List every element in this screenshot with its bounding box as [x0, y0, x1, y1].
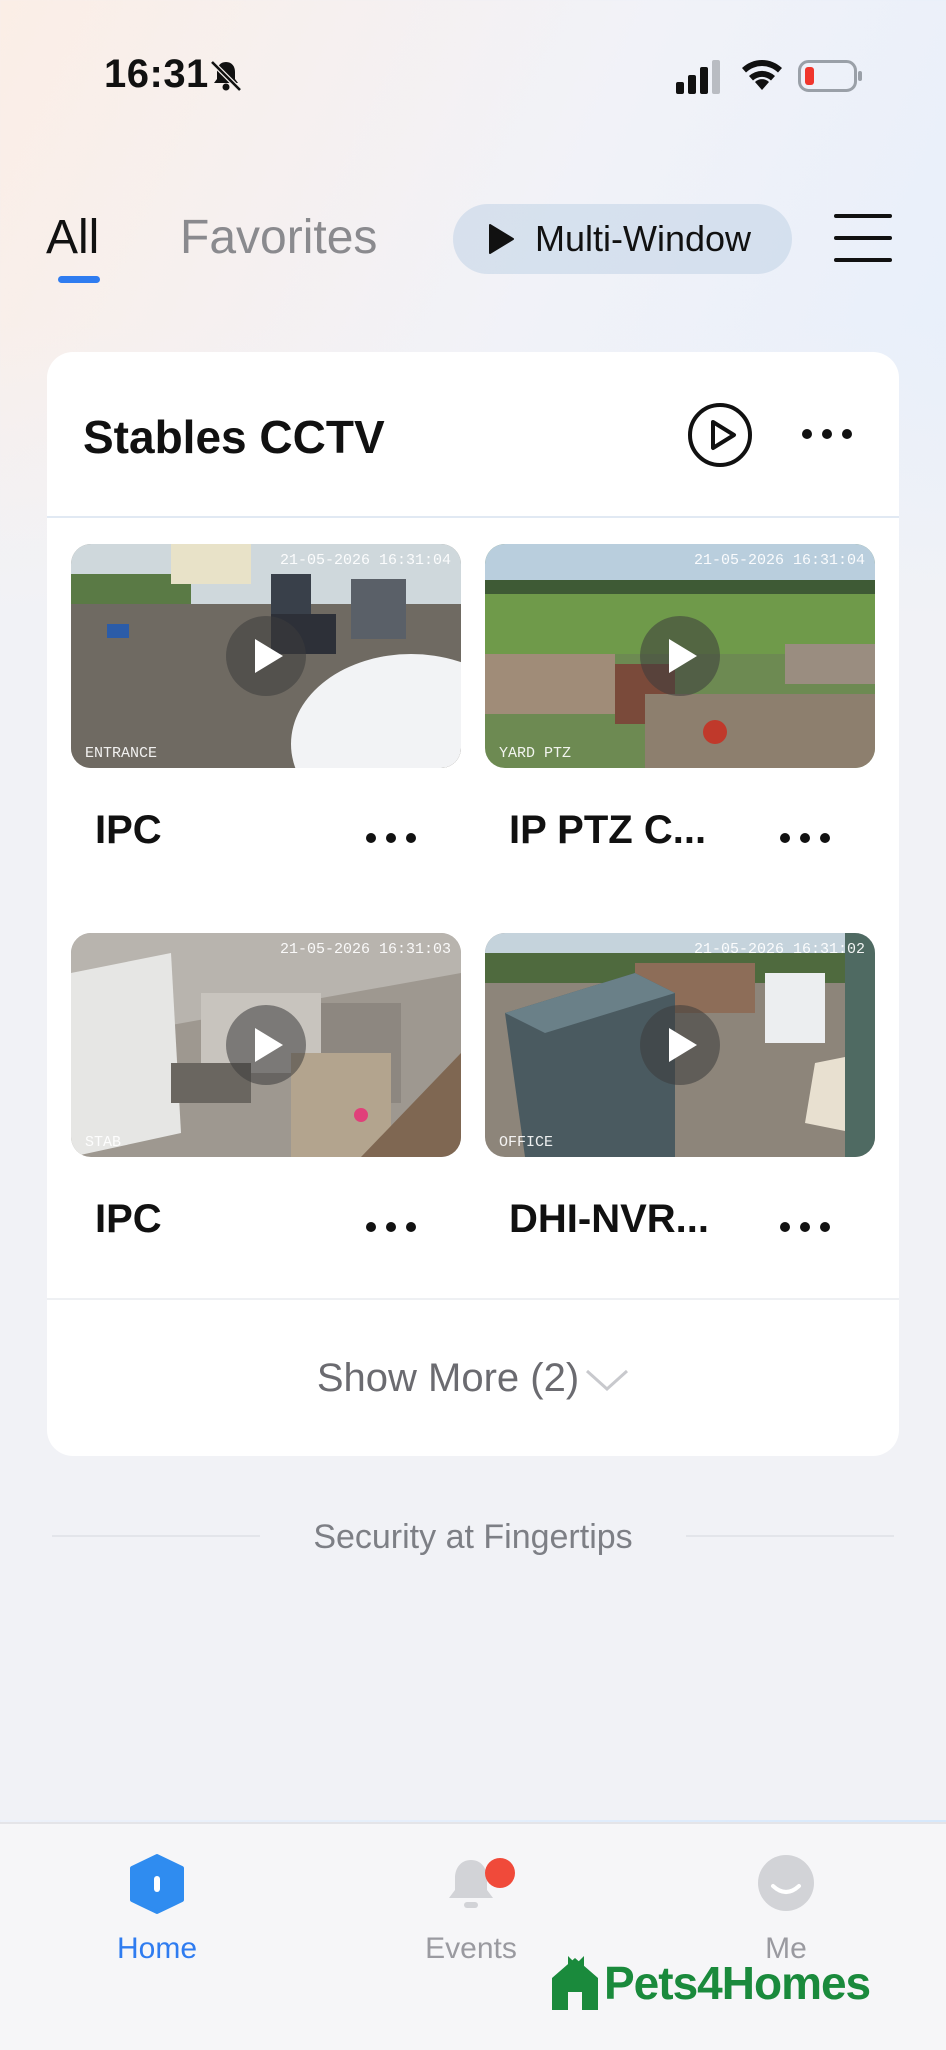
notification-badge [485, 1858, 515, 1888]
play-icon [255, 639, 283, 673]
wifi-icon [742, 60, 782, 90]
status-time: 16:31 [104, 52, 209, 96]
status-bar: 16:31 [0, 0, 946, 150]
group-more-icon[interactable] [799, 426, 855, 442]
hamburger-menu-icon[interactable] [834, 210, 892, 266]
camera-timestamp: 21-05-2026 16:31:04 [693, 552, 865, 569]
tab-favorites[interactable]: Favorites [180, 210, 377, 265]
multi-window-label: Multi-Window [535, 218, 752, 259]
tab-all[interactable]: All [46, 210, 99, 265]
camera-more-icon[interactable] [364, 1220, 418, 1234]
nav-item-me[interactable]: Me [686, 1850, 886, 1966]
device-group-card: Stables CCTV 21-05-2026 16:31:04 ENTRANC… [47, 352, 899, 1456]
camera-timestamp: 21-05-2026 16:31:02 [693, 941, 865, 958]
play-overlay[interactable] [226, 616, 306, 696]
camera-more-icon[interactable] [364, 831, 418, 845]
camera-more-icon[interactable] [778, 831, 832, 845]
camera-thumbnail-office[interactable]: 21-05-2026 16:31:02 OFFICE [485, 933, 875, 1157]
pets4homes-logo-icon [552, 1956, 598, 2010]
play-overlay[interactable] [640, 616, 720, 696]
show-more-button[interactable]: Show More (2) [47, 1356, 899, 1401]
cellular-signal-icon [676, 60, 720, 94]
camera-timestamp: 21-05-2026 16:31:03 [279, 941, 451, 958]
camera-thumbnail-stable[interactable]: 21-05-2026 16:31:03 STAB [71, 933, 461, 1157]
battery-low-icon [798, 60, 862, 92]
camera-thumbnail-yard-ptz[interactable]: 21-05-2026 16:31:04 YARD PTZ [485, 544, 875, 768]
card-divider [47, 1298, 899, 1300]
camera-overlay-label: ENTRANCE [85, 745, 158, 762]
camera-name[interactable]: IPC [95, 808, 162, 853]
play-icon [669, 1028, 697, 1062]
footer-tagline: Security at Fingertips [52, 1518, 894, 1558]
camera-overlay-label: OFFICE [499, 1134, 554, 1151]
play-icon [489, 224, 514, 254]
camera-more-icon[interactable] [778, 1220, 832, 1234]
multi-window-button[interactable]: Multi-Window [453, 204, 792, 274]
camera-overlay-label: YARD PTZ [499, 745, 572, 762]
nav-item-home[interactable]: Home [57, 1850, 257, 1966]
camera-thumbnail-entrance[interactable]: 21-05-2026 16:31:04 ENTRANCE [71, 544, 461, 768]
camera-name[interactable]: IP PTZ C... [509, 808, 706, 853]
tagline-text: Security at Fingertips [313, 1518, 633, 1556]
profile-icon [758, 1855, 814, 1911]
camera-overlay-label: STAB [85, 1134, 122, 1151]
play-overlay[interactable] [640, 1005, 720, 1085]
nav-label-events: Events [425, 1932, 517, 1965]
play-overlay[interactable] [226, 1005, 306, 1085]
camera-timestamp: 21-05-2026 16:31:04 [279, 552, 451, 569]
active-tab-indicator [58, 276, 100, 283]
play-icon [669, 639, 697, 673]
nav-label-home: Home [116, 1932, 198, 1965]
watermark-text: Pets4Homes [604, 1957, 871, 2009]
camera-name[interactable]: DHI-NVR... [509, 1197, 709, 1242]
card-divider [47, 516, 899, 518]
chevron-down-icon [586, 1370, 629, 1392]
camera-name[interactable]: IPC [95, 1197, 162, 1242]
nav-item-events[interactable]: Events [371, 1850, 571, 1966]
group-title: Stables CCTV [83, 411, 385, 463]
show-more-label: Show More (2) [316, 1356, 580, 1400]
home-icon [130, 1854, 184, 1914]
bell-muted-icon [210, 60, 242, 92]
pets4homes-watermark: Pets4Homes [548, 1950, 888, 2016]
group-play-all-icon[interactable] [687, 402, 753, 468]
play-icon [255, 1028, 283, 1062]
